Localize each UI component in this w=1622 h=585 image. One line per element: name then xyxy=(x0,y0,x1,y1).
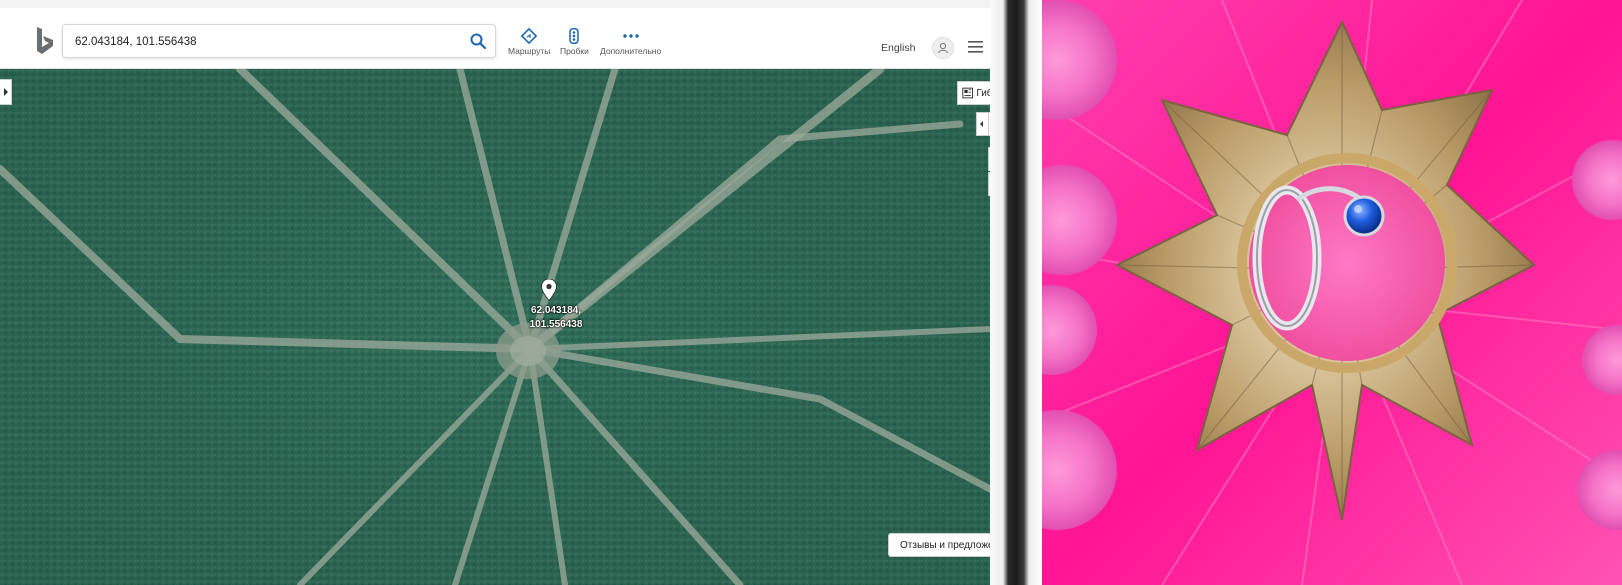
more-dots-icon xyxy=(622,34,639,38)
chevron-right-icon xyxy=(3,88,8,96)
search-input[interactable] xyxy=(73,30,457,54)
routes-label: Маршруты xyxy=(508,46,551,56)
map-style-button[interactable]: Гибри... xyxy=(957,81,990,105)
traffic-light-icon xyxy=(569,28,580,44)
image-divider xyxy=(990,0,1042,585)
user-avatar-button[interactable] xyxy=(932,37,954,59)
routes-button[interactable]: Маршруты xyxy=(508,28,550,56)
route-diamond-icon xyxy=(521,28,538,44)
locate-collapse-button[interactable] xyxy=(976,112,988,136)
hamburger-menu-icon[interactable] xyxy=(968,41,983,53)
satellite-imagery xyxy=(0,69,990,585)
search-box xyxy=(62,24,496,58)
user-icon xyxy=(938,42,948,54)
traffic-button[interactable]: Пробки xyxy=(560,28,589,56)
chevron-left-icon xyxy=(980,121,983,127)
map-header: Маршруты Пробки Дополнительно English xyxy=(0,8,990,69)
location-pin-icon[interactable] xyxy=(541,279,557,301)
map-app-window: Маршруты Пробки Дополнительно English xyxy=(0,0,990,585)
search-icon[interactable] xyxy=(469,32,487,50)
map-canvas[interactable]: Гибри... + − 62.043184, 101.556438 xyxy=(0,69,990,585)
side-panel-toggle[interactable] xyxy=(0,79,12,105)
starburst-frame-with-ring xyxy=(1042,0,1622,585)
bing-logo-icon[interactable] xyxy=(34,26,56,56)
decorative-ring-image xyxy=(1042,0,1622,585)
pin-label-longitude: 101.556438 xyxy=(529,319,583,330)
traffic-label: Пробки xyxy=(560,46,589,56)
pin-coordinates-label: 62.043184, 101.556438 xyxy=(514,304,598,332)
map-layers-icon xyxy=(962,87,974,99)
feedback-label: Отзывы и предложения xyxy=(900,539,990,551)
pin-label-latitude: 62.043184, xyxy=(530,305,582,316)
more-label: Дополнительно xyxy=(600,46,662,56)
language-link[interactable]: English xyxy=(881,42,915,54)
feedback-button[interactable]: Отзывы и предложения xyxy=(888,533,990,557)
more-button[interactable]: Дополнительно xyxy=(600,28,661,56)
map-style-label: Гибри... xyxy=(976,87,990,99)
